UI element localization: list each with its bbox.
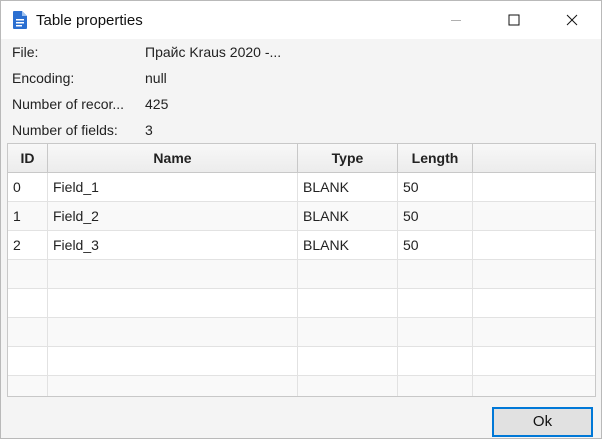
cell-id: 2: [8, 231, 48, 259]
empty-cell: [298, 260, 398, 288]
empty-row: [8, 318, 595, 347]
minimize-icon: [451, 20, 461, 21]
record-count-label: Number of recor...: [12, 96, 125, 112]
file-label: File:: [12, 44, 39, 60]
column-header-filler: [473, 144, 595, 173]
empty-cell: [398, 376, 473, 396]
cell-empty: [473, 173, 595, 201]
maximize-button[interactable]: [485, 1, 543, 39]
empty-cell: [48, 347, 298, 375]
cell-name: Field_2: [48, 202, 298, 230]
empty-cell: [473, 289, 595, 317]
field-count-label: Number of fields:: [12, 122, 118, 138]
cell-type: BLANK: [298, 231, 398, 259]
ok-button[interactable]: Ok: [492, 407, 593, 437]
column-header-name[interactable]: Name: [48, 144, 298, 173]
empty-row: [8, 260, 595, 289]
cell-length: 50: [398, 173, 473, 201]
empty-cell: [398, 260, 473, 288]
window-title: Table properties: [36, 12, 143, 29]
empty-cell: [298, 376, 398, 396]
close-icon: [566, 14, 578, 26]
cell-id: 0: [8, 173, 48, 201]
empty-cell: [473, 318, 595, 346]
cell-empty: [473, 202, 595, 230]
table-header: ID Name Type Length: [8, 144, 595, 173]
empty-cell: [8, 376, 48, 396]
empty-cell: [473, 347, 595, 375]
cell-name: Field_1: [48, 173, 298, 201]
field-count-value: 3: [145, 122, 153, 138]
table-row[interactable]: 1 Field_2 BLANK 50: [8, 202, 595, 231]
column-header-length[interactable]: Length: [398, 144, 473, 173]
close-button[interactable]: [543, 1, 601, 39]
encoding-value: null: [145, 70, 167, 86]
cell-type: BLANK: [298, 202, 398, 230]
empty-row: [8, 376, 595, 396]
cell-id: 1: [8, 202, 48, 230]
empty-cell: [398, 347, 473, 375]
empty-cell: [48, 260, 298, 288]
cell-type: BLANK: [298, 173, 398, 201]
empty-cell: [48, 318, 298, 346]
maximize-icon: [508, 14, 520, 26]
empty-cell: [8, 260, 48, 288]
empty-cell: [8, 318, 48, 346]
table-row[interactable]: 2 Field_3 BLANK 50: [8, 231, 595, 260]
table-row[interactable]: 0 Field_1 BLANK 50: [8, 173, 595, 202]
file-value: Прайс Kraus 2020 -...: [145, 44, 282, 60]
cell-name: Field_3: [48, 231, 298, 259]
empty-cell: [48, 289, 298, 317]
empty-cell: [298, 289, 398, 317]
empty-cell: [298, 347, 398, 375]
empty-cell: [398, 318, 473, 346]
column-header-type[interactable]: Type: [298, 144, 398, 173]
minimize-button[interactable]: [427, 1, 485, 39]
empty-cell: [473, 260, 595, 288]
cell-length: 50: [398, 202, 473, 230]
empty-cell: [48, 376, 298, 396]
title-bar: Table properties: [1, 1, 601, 39]
empty-cell: [398, 289, 473, 317]
fields-table[interactable]: ID Name Type Length 0 Field_1 BLANK 50 1…: [7, 143, 596, 397]
empty-cell: [8, 347, 48, 375]
empty-cell: [473, 376, 595, 396]
empty-row: [8, 289, 595, 318]
cell-length: 50: [398, 231, 473, 259]
cell-empty: [473, 231, 595, 259]
record-count-value: 425: [145, 96, 169, 112]
empty-row: [8, 347, 595, 376]
empty-cell: [8, 289, 48, 317]
empty-cell: [298, 318, 398, 346]
document-icon: [13, 11, 27, 29]
encoding-label: Encoding:: [12, 70, 75, 86]
table-properties-dialog: Table properties File: Прайс Kraus 2020 …: [0, 0, 602, 439]
column-header-id[interactable]: ID: [8, 144, 48, 173]
